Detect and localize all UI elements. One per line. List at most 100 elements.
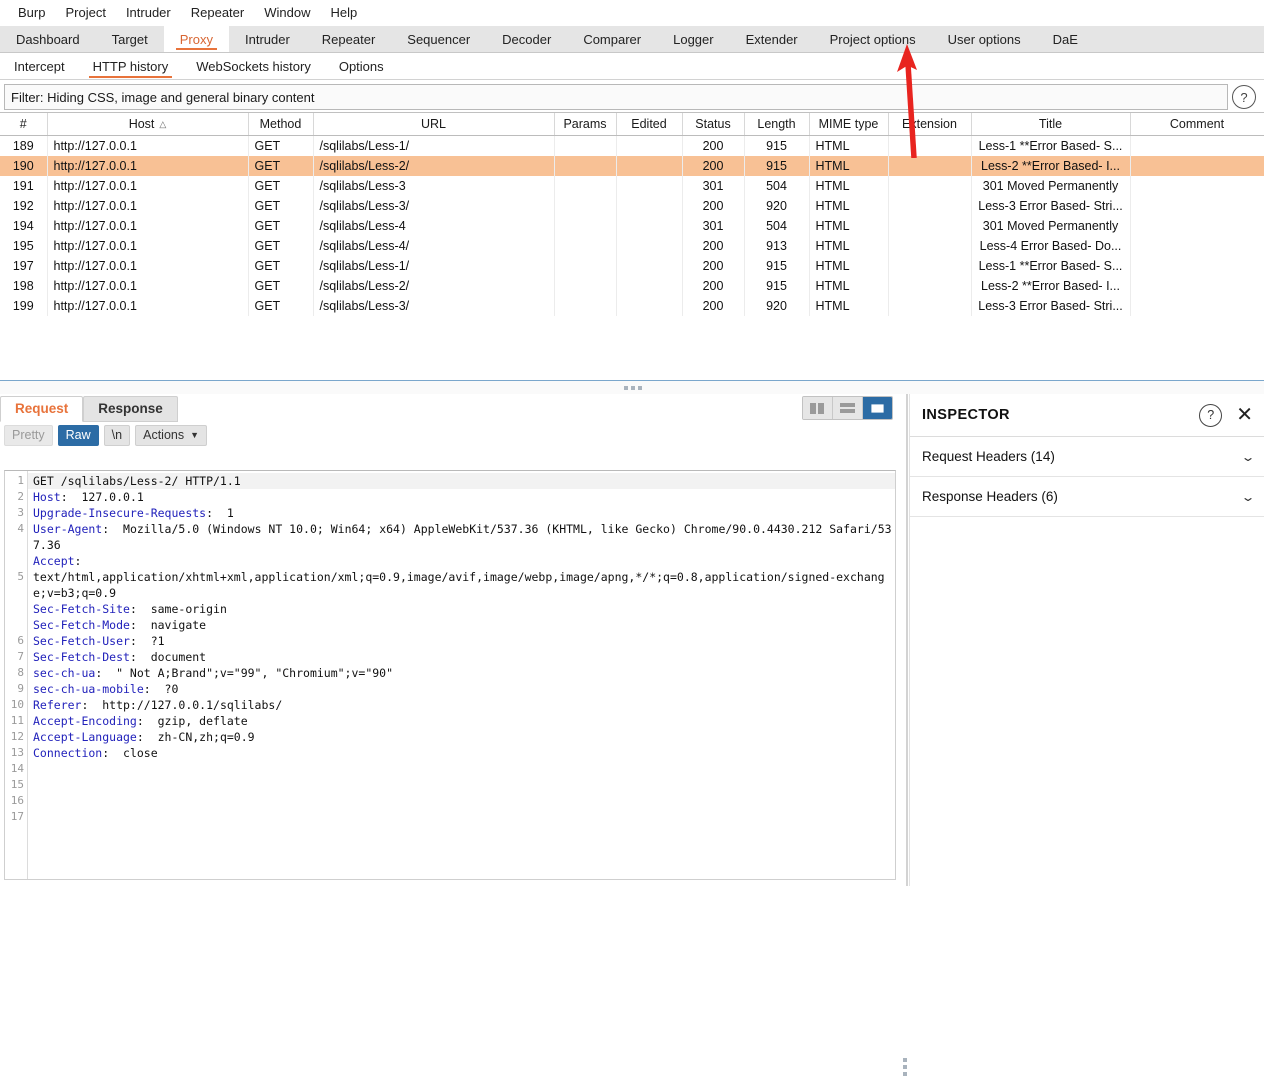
inspector-section-response-headers[interactable]: Response Headers (6) ⌄ <box>910 477 1264 517</box>
column-header-comment[interactable]: Comment <box>1130 113 1264 136</box>
table-row[interactable]: 192http://127.0.0.1GET/sqlilabs/Less-3/2… <box>0 196 1264 216</box>
table-row[interactable]: 191http://127.0.0.1GET/sqlilabs/Less-330… <box>0 176 1264 196</box>
column-header-extension[interactable]: Extension <box>888 113 971 136</box>
tab-request[interactable]: Request <box>0 396 83 422</box>
filter-bar[interactable]: Filter: Hiding CSS, image and general bi… <box>4 84 1228 110</box>
line-number: 17 <box>5 809 27 825</box>
tab-response[interactable]: Response <box>83 396 178 422</box>
chevron-down-icon: ⌄ <box>1240 450 1255 464</box>
subtab-options[interactable]: Options <box>325 53 398 79</box>
table-row[interactable]: 194http://127.0.0.1GET/sqlilabs/Less-430… <box>0 216 1264 236</box>
table-row[interactable]: 189http://127.0.0.1GET/sqlilabs/Less-1/2… <box>0 136 1264 157</box>
filter-help-label: ? <box>1240 90 1247 105</box>
question-circle-icon[interactable]: ? <box>1232 85 1256 109</box>
column-header-host[interactable]: Host△ <box>47 113 248 136</box>
tab-decoder[interactable]: Decoder <box>486 26 567 52</box>
line-number: 12 <box>5 729 27 745</box>
tab-user-options[interactable]: User options <box>932 26 1037 52</box>
line-number: 13 <box>5 745 27 761</box>
main-tab-bar: Dashboard Target Proxy Intruder Repeater… <box>0 26 1264 53</box>
menu-item-help[interactable]: Help <box>320 0 367 26</box>
single-pane-layout-icon[interactable] <box>863 397 892 419</box>
line-number: 4 <box>5 521 27 537</box>
request-line: Sec-Fetch-Dest: document <box>28 649 895 665</box>
request-line: sec-ch-ua: " Not A;Brand";v="99", "Chrom… <box>28 665 895 681</box>
menu-item-burp[interactable]: Burp <box>8 0 55 26</box>
splitter-grip-icon <box>624 386 642 390</box>
sort-asc-icon: △ <box>159 119 166 130</box>
request-line: Connection: close <box>28 745 895 761</box>
http-history-rows: 189http://127.0.0.1GET/sqlilabs/Less-1/2… <box>0 136 1264 317</box>
table-row[interactable]: 195http://127.0.0.1GET/sqlilabs/Less-4/2… <box>0 236 1264 256</box>
inspector-section-request-headers[interactable]: Request Headers (14) ⌄ <box>910 437 1264 477</box>
line-number: 16 <box>5 793 27 809</box>
request-line: Accept-Encoding: gzip, deflate <box>28 713 895 729</box>
table-row[interactable]: 190http://127.0.0.1GET/sqlilabs/Less-2/2… <box>0 156 1264 176</box>
table-row[interactable]: 199http://127.0.0.1GET/sqlilabs/Less-3/2… <box>0 296 1264 316</box>
tab-dashboard[interactable]: Dashboard <box>0 26 96 52</box>
column-header-url[interactable]: URL <box>313 113 554 136</box>
request-body[interactable]: GET /sqlilabs/Less-2/ HTTP/1.1 Host: 127… <box>28 471 895 879</box>
column-header-method[interactable]: Method <box>248 113 313 136</box>
tab-proxy[interactable]: Proxy <box>164 26 229 52</box>
tab-logger[interactable]: Logger <box>657 26 729 52</box>
tab-sequencer[interactable]: Sequencer <box>391 26 486 52</box>
inspector-panel: INSPECTOR ? ✕ Request Headers (14) ⌄ Res… <box>909 394 1264 886</box>
tab-repeater[interactable]: Repeater <box>306 26 391 52</box>
menu-item-window[interactable]: Window <box>254 0 320 26</box>
column-header-title[interactable]: Title <box>971 113 1130 136</box>
subtab-http-history[interactable]: HTTP history <box>79 53 183 79</box>
tab-intruder[interactable]: Intruder <box>229 26 306 52</box>
subtab-websockets-history[interactable]: WebSockets history <box>182 53 325 79</box>
raw-button[interactable]: Raw <box>58 425 99 446</box>
table-row[interactable]: 197http://127.0.0.1GET/sqlilabs/Less-1/2… <box>0 256 1264 276</box>
menu-bar: Burp Project Intruder Repeater Window He… <box>0 0 1264 26</box>
table-row[interactable]: 198http://127.0.0.1GET/sqlilabs/Less-2/2… <box>0 276 1264 296</box>
subtab-intercept[interactable]: Intercept <box>0 53 79 79</box>
request-line: User-Agent: Mozilla/5.0 (Windows NT 10.0… <box>28 521 895 553</box>
request-line: Sec-Fetch-Site: same-origin <box>28 601 895 617</box>
inspector-header: INSPECTOR ? ✕ <box>910 394 1264 437</box>
tab-project-options[interactable]: Project options <box>814 26 932 52</box>
request-editor[interactable]: 1 2 3 4 5 6 7 8 9 10 11 12 13 14 15 16 1… <box>4 470 896 880</box>
request-line: GET /sqlilabs/Less-2/ HTTP/1.1 <box>28 473 895 489</box>
horizontal-splitter[interactable] <box>0 380 1264 395</box>
request-line: Accept-Language: zh-CN,zh;q=0.9 <box>28 729 895 745</box>
column-header-edited[interactable]: Edited <box>616 113 682 136</box>
close-icon[interactable]: ✕ <box>1236 405 1253 425</box>
line-number: 1 <box>5 473 27 489</box>
pretty-button[interactable]: Pretty <box>4 425 53 446</box>
proxy-sub-tab-bar: Intercept HTTP history WebSockets histor… <box>0 53 1264 80</box>
column-header-params[interactable]: Params <box>554 113 616 136</box>
menu-item-project[interactable]: Project <box>55 0 115 26</box>
tab-target[interactable]: Target <box>96 26 164 52</box>
side-by-side-layout-icon[interactable] <box>803 397 833 419</box>
request-line: Host: 127.0.0.1 <box>28 489 895 505</box>
http-history-table: # Host△ Method URL Params Edited Status … <box>0 113 1264 316</box>
burp-suite-window: Burp Project Intruder Repeater Window He… <box>0 0 1264 886</box>
line-number: 3 <box>5 505 27 521</box>
request-line: sec-ch-ua-mobile: ?0 <box>28 681 895 697</box>
question-circle-icon[interactable]: ? <box>1199 404 1222 427</box>
message-toolbar: Pretty Raw \n Actions ▼ <box>0 422 903 449</box>
request-line: Upgrade-Insecure-Requests: 1 <box>28 505 895 521</box>
actions-label: Actions <box>143 428 184 442</box>
line-number: 15 <box>5 777 27 793</box>
stacked-layout-icon[interactable] <box>833 397 863 419</box>
column-header-mime-type[interactable]: MIME type <box>809 113 888 136</box>
column-header-status[interactable]: Status <box>682 113 744 136</box>
line-number: 2 <box>5 489 27 505</box>
line-number: 5 <box>5 569 27 585</box>
newline-button[interactable]: \n <box>104 425 130 446</box>
line-number: 9 <box>5 681 27 697</box>
tab-comparer[interactable]: Comparer <box>567 26 657 52</box>
menu-item-repeater[interactable]: Repeater <box>181 0 254 26</box>
line-number: 6 <box>5 633 27 649</box>
column-header-length[interactable]: Length <box>744 113 809 136</box>
line-number: 10 <box>5 697 27 713</box>
tab-extender[interactable]: Extender <box>730 26 814 52</box>
tab-dae[interactable]: DaE <box>1037 26 1094 52</box>
column-header-num[interactable]: # <box>0 113 47 136</box>
menu-item-intruder[interactable]: Intruder <box>116 0 181 26</box>
actions-button[interactable]: Actions ▼ <box>135 425 207 446</box>
